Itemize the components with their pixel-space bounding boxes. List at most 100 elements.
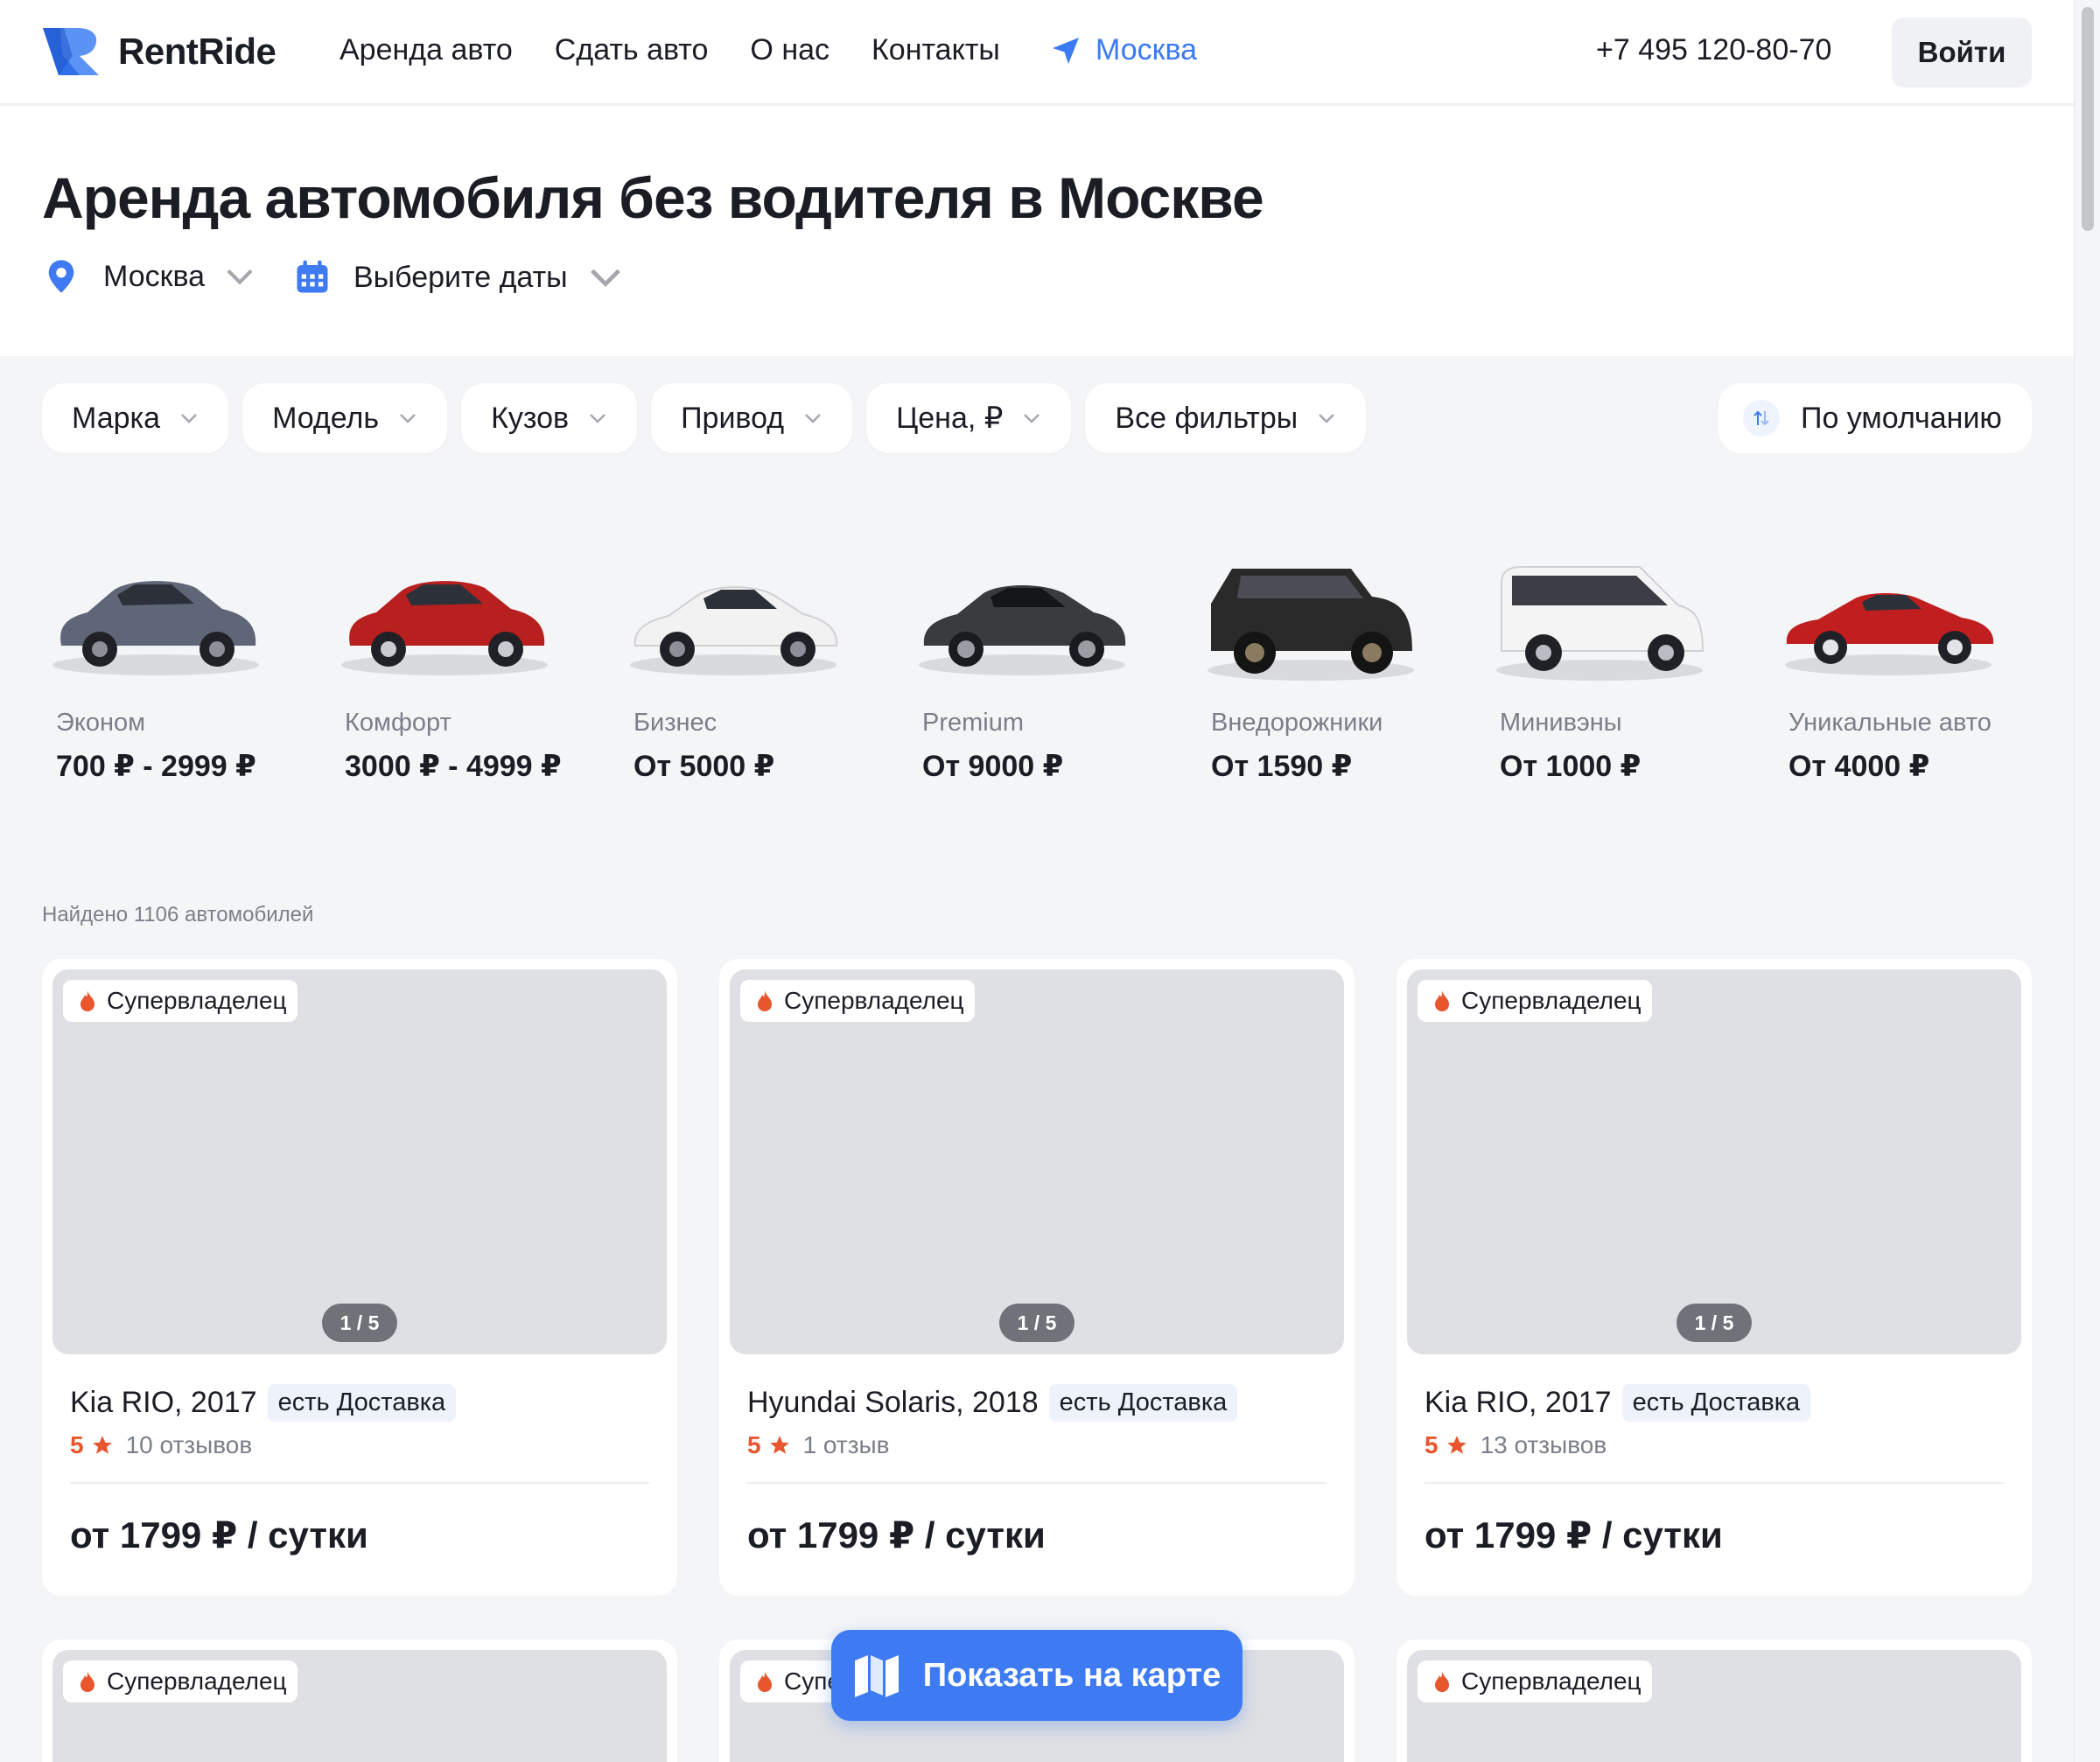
phone-number[interactable]: +7 495 120-80-70 (1596, 33, 1831, 67)
location-value: Москва (103, 259, 206, 293)
divider (747, 1482, 1326, 1484)
car-title: Hyundai Solaris, 2018 есть Доставка (747, 1384, 1238, 1422)
reviews-count[interactable]: 10 отзывов (126, 1431, 253, 1459)
chevron-down-icon (1024, 414, 1040, 423)
car-photo[interactable]: Супервладелец 1 / 5 (1407, 969, 2021, 1354)
car-card[interactable]: Супервладелец 1 / 5 Hyundai Solaris, 201… (719, 959, 1354, 1596)
category-unique[interactable]: Уникальные авто От 4000 ₽ (1774, 542, 2037, 796)
scrollbar[interactable] (2074, 0, 2100, 1762)
logo[interactable]: RentRide (41, 26, 276, 77)
category-price: 3000 ₽ - 4999 ₽ (345, 750, 562, 783)
nav-rent[interactable]: Аренда авто (340, 33, 513, 67)
car-photo[interactable]: Супервладелец (1407, 1650, 2021, 1762)
chevron-down-icon (181, 414, 197, 423)
filter-drive[interactable]: Привод (651, 383, 853, 453)
results-count: Найдено 1106 автомобилей (42, 903, 314, 926)
reviews-count[interactable]: 1 отзыв (803, 1431, 890, 1459)
filter-price[interactable]: Цена, ₽ (866, 383, 1072, 453)
superowner-badge: Супервладелец (63, 980, 298, 1022)
rating-value: 5 (70, 1431, 84, 1458)
photo-pager: 1 / 5 (322, 1304, 397, 1342)
category-label: Premium (922, 709, 1025, 737)
car-name: Kia RIO, 2017 (70, 1386, 257, 1419)
suv-car-image (1208, 569, 1414, 681)
category-minivan[interactable]: Минивэны От 1000 ₽ (1486, 542, 1748, 796)
car-card[interactable]: Супервладелец 1 / 5 Kia RIO, 2017 есть Д… (42, 959, 677, 1596)
flame-icon (758, 990, 772, 1011)
superowner-badge: Супервладелец (1418, 1661, 1652, 1703)
car-card[interactable]: Супервладелец (1396, 1640, 2032, 1762)
brand-name: RentRide (118, 31, 276, 72)
delivery-tag: есть Доставка (1621, 1384, 1811, 1422)
category-comfort[interactable]: Комфорт 3000 ₽ - 4999 ₽ (331, 542, 593, 796)
car-card[interactable]: Супервладелец 1 / 5 Kia RIO, 2017 есть Д… (1396, 959, 2032, 1596)
sort-button[interactable]: По умолчанию (1718, 383, 2032, 453)
filter-label: Кузов (491, 401, 570, 435)
sort-label: По умолчанию (1801, 401, 2002, 435)
flame-icon (758, 1671, 772, 1692)
category-economy[interactable]: Эконом 700 ₽ - 2999 ₽ (42, 542, 304, 796)
location-selector[interactable]: Москва (46, 259, 282, 294)
filter-all[interactable]: Все фильтры (1085, 383, 1367, 453)
nav-about[interactable]: О нас (750, 33, 830, 67)
dates-selector[interactable]: Выберите даты (294, 259, 647, 296)
car-photo[interactable]: Супервладелец 1 / 5 (52, 969, 667, 1354)
superowner-badge: Супервладелец (1418, 980, 1652, 1022)
divider (1424, 1482, 2004, 1484)
category-business[interactable]: Бизнес От 5000 ₽ (620, 542, 882, 796)
flame-icon (80, 1671, 94, 1692)
scrollbar-thumb[interactable] (2082, 7, 2094, 231)
car-title: Kia RIO, 2017 есть Доставка (1424, 1384, 1811, 1422)
category-suv[interactable]: Внедорожники От 1590 ₽ (1197, 542, 1460, 796)
filter-brand[interactable]: Марка (42, 383, 229, 453)
divider (70, 1482, 649, 1484)
category-price: 700 ₽ - 2999 ₽ (56, 750, 256, 783)
badge-label: Супервладелец (1461, 987, 1642, 1014)
category-price: От 4000 ₽ (1788, 750, 1930, 783)
minivan-car-image (1496, 566, 1704, 681)
car-rating: 5 10 отзывов (70, 1431, 252, 1459)
business-car-image (630, 586, 838, 675)
filter-label: Модель (272, 401, 380, 435)
category-label: Внедорожники (1211, 709, 1383, 737)
filter-label: Марка (72, 401, 161, 435)
page-title: Аренда автомобиля без водителя в Москве (42, 165, 1264, 230)
category-label: Комфорт (345, 709, 452, 737)
show-map-button[interactable]: Показать на карте (831, 1630, 1242, 1721)
car-photo[interactable]: Супервладелец 1 / 5 (730, 969, 1344, 1354)
filter-bar: Марка Модель Кузов Привод Цена, ₽ Все фи… (42, 383, 1380, 453)
category-premium[interactable]: Premium От 9000 ₽ (908, 542, 1171, 796)
premium-car-image (919, 585, 1126, 675)
car-title: Kia RIO, 2017 есть Доставка (70, 1384, 457, 1422)
category-label: Уникальные авто (1788, 709, 1992, 737)
filter-label: Все фильтры (1115, 401, 1298, 435)
city-selector[interactable]: Москва (1050, 33, 1197, 67)
car-photo[interactable]: Супервладелец (52, 1650, 667, 1762)
city-label: Москва (1096, 33, 1198, 66)
show-map-label: Показать на карте (922, 1656, 1222, 1694)
top-header: RentRide Аренда авто Сдать авто О нас Ко… (0, 0, 2074, 105)
filter-label: Цена, ₽ (896, 402, 1004, 435)
rating-value: 5 (1424, 1431, 1438, 1458)
rentride-logo-icon (43, 28, 99, 75)
car-card[interactable]: Супервладелец (42, 1640, 677, 1762)
car-rating: 5 13 отзывов (1424, 1431, 1606, 1459)
reviews-count[interactable]: 13 отзывов (1480, 1431, 1607, 1459)
hero-section: Аренда автомобиля без водителя в Москве … (0, 107, 2074, 356)
category-label: Минивэны (1500, 709, 1622, 737)
filter-model[interactable]: Модель (242, 383, 448, 453)
main-nav: Аренда авто Сдать авто О нас Контакты (340, 33, 1042, 67)
chevron-down-icon (400, 414, 416, 423)
chevron-down-icon (227, 269, 253, 285)
dates-value: Выберите даты (354, 260, 568, 294)
chevron-down-icon (1319, 414, 1335, 423)
chevron-down-icon (590, 269, 620, 288)
car-rating: 5 1 отзыв (747, 1431, 890, 1459)
filter-body[interactable]: Кузов (461, 383, 638, 453)
location-arrow-icon (1053, 37, 1079, 64)
star-icon (769, 1436, 789, 1454)
nav-contacts[interactable]: Контакты (872, 33, 1000, 67)
nav-list-car[interactable]: Сдать авто (555, 33, 709, 67)
badge-label: Супервладелец (107, 987, 287, 1014)
login-button[interactable]: Войти (1892, 17, 2032, 87)
